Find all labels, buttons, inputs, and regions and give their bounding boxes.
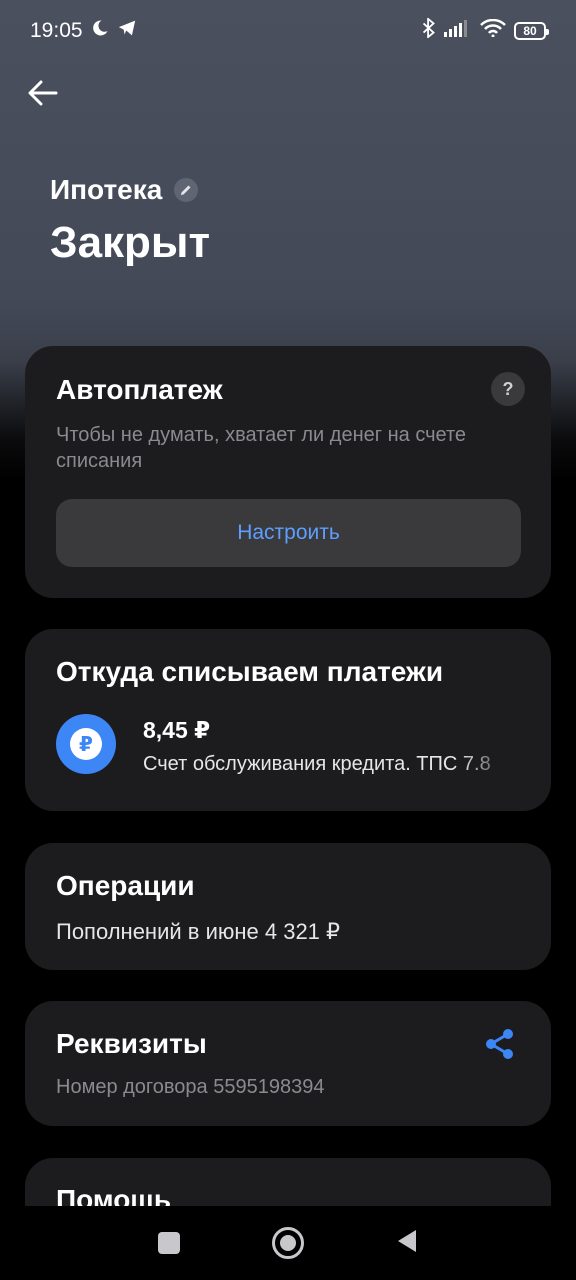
edit-name-button[interactable] [174, 178, 199, 202]
payment-source-title: Откуда списываем платежи [56, 656, 444, 687]
home-button[interactable] [272, 1227, 304, 1259]
loan-status: Закрыт [50, 218, 211, 267]
signal-icon [444, 19, 472, 43]
operations-card[interactable]: Операции Пополнений в июне 4 321 ₽ [25, 843, 551, 970]
status-time: 19:05 [30, 19, 83, 42]
autopay-help-button[interactable]: ? [491, 372, 525, 406]
moon-icon [91, 19, 109, 43]
ruble-account-icon: ₽ [56, 714, 116, 774]
wifi-icon [480, 18, 506, 43]
status-right: 80 [422, 16, 549, 44]
autopay-title: Автоплатеж [56, 374, 223, 405]
battery-level: 80 [523, 24, 537, 38]
account-name: Счет обслуживания кредита. ТПС 7.8 [143, 753, 491, 775]
battery-icon: 80 [514, 22, 549, 40]
payment-source-card[interactable]: Откуда списываем платежи ₽ 8,45 ₽ Счет о… [25, 629, 551, 811]
product-name-row: Ипотека [50, 174, 199, 206]
autopay-card: Автоплатеж ? Чтобы не думать, хватает ли… [25, 346, 551, 598]
share-icon [486, 1029, 513, 1059]
account-balance: 8,45 ₽ [143, 717, 211, 743]
operations-title: Операции [56, 870, 195, 901]
operations-summary: Пополнений в июне 4 321 ₽ [56, 919, 341, 944]
pencil-icon [181, 185, 191, 195]
telegram-icon [117, 19, 137, 43]
product-name: Ипотека [50, 174, 163, 205]
system-nav-bar [0, 1206, 576, 1280]
autopay-description: Чтобы не думать, хватает ли денег на сче… [56, 424, 467, 472]
requisites-card[interactable]: Реквизиты Номер договора 5595198394 [25, 1001, 551, 1126]
recents-button[interactable] [158, 1232, 180, 1254]
requisites-title: Реквизиты [56, 1028, 207, 1059]
ruble-icon: ₽ [70, 728, 102, 760]
screen: 19:05 80 Ипотека Закрыт Автоплатеж ? Что… [0, 0, 576, 1280]
back-button[interactable] [26, 76, 60, 110]
back-arrow-icon [28, 80, 58, 106]
bluetooth-icon [422, 16, 436, 44]
triangle-back-icon [398, 1229, 416, 1252]
back-nav-button[interactable] [396, 1229, 418, 1258]
share-button[interactable] [483, 1027, 517, 1061]
autopay-setup-button[interactable]: Настроить [56, 499, 521, 567]
contract-number: Номер договора 5595198394 [56, 1076, 325, 1098]
status-bar: 19:05 80 [0, 0, 576, 62]
question-icon: ? [502, 378, 514, 399]
status-left: 19:05 [30, 19, 137, 43]
